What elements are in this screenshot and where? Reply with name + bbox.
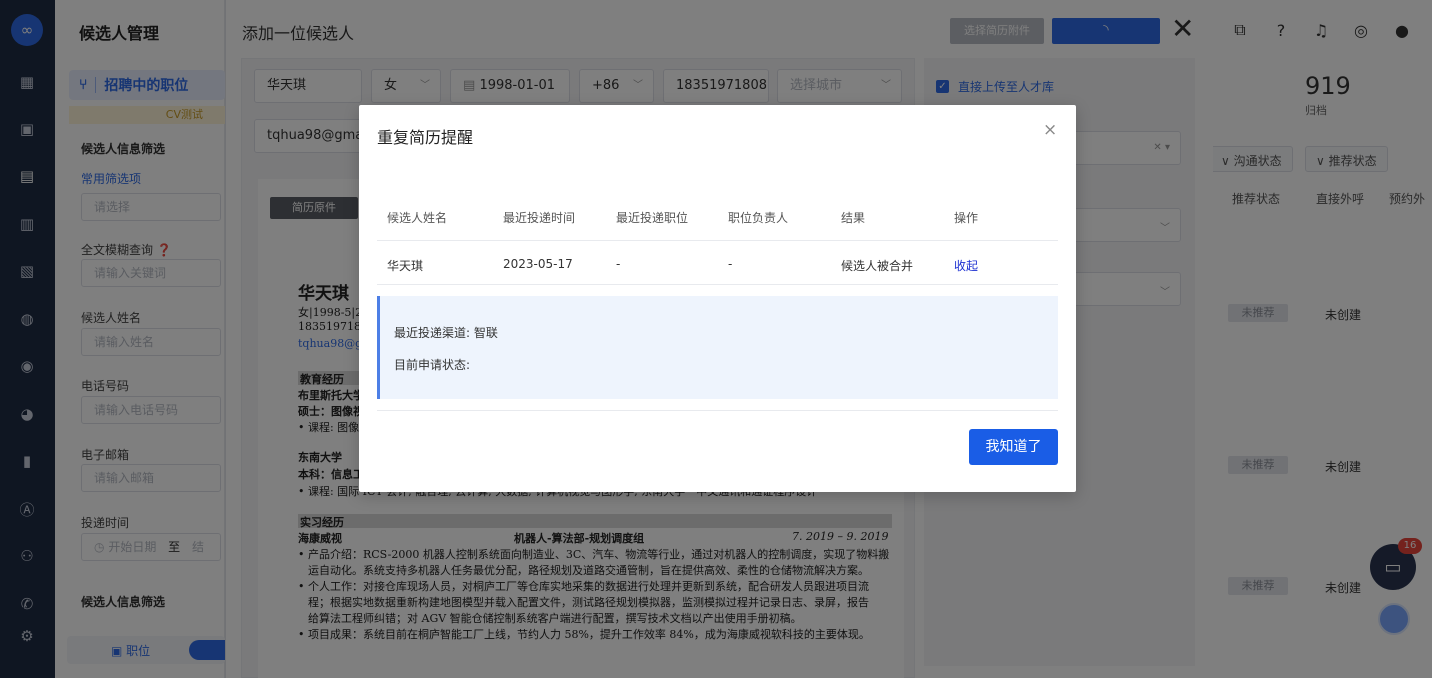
col-last-position: 最近投递职位 [616, 211, 689, 225]
cell-name: 华天琪 [387, 259, 424, 273]
table-row: 华天琪 2023-05-17 - - 候选人被合并 收起 [377, 242, 1058, 285]
last-channel-line: 最近投递渠道: 智联 [394, 326, 498, 340]
apply-status-line: 目前申请状态: [394, 358, 471, 372]
detail-panel: 最近投递渠道: 智联 目前申请状态: [377, 296, 1058, 399]
col-action: 操作 [954, 211, 979, 225]
duplicate-resume-dialog: 重复简历提醒 × 候选人姓名 最近投递时间 最近投递职位 职位负责人 结果 操作… [359, 105, 1076, 492]
cell-last-apply-time: 2023-05-17 [503, 257, 573, 271]
table-header: 候选人姓名 最近投递时间 最近投递职位 职位负责人 结果 操作 [377, 201, 1058, 241]
close-icon[interactable]: × [1043, 120, 1057, 140]
col-result: 结果 [841, 211, 866, 225]
col-last-apply-time: 最近投递时间 [503, 211, 576, 225]
col-owner: 职位负责人 [728, 211, 789, 225]
footer-divider [377, 410, 1058, 411]
collapse-link[interactable]: 收起 [954, 257, 978, 274]
cell-owner: - [728, 257, 733, 271]
col-name: 候选人姓名 [387, 211, 448, 225]
cell-result: 候选人被合并 [841, 259, 914, 273]
cell-last-position: - [616, 257, 621, 271]
acknowledge-button[interactable]: 我知道了 [969, 429, 1058, 465]
dialog-title: 重复简历提醒 [377, 128, 474, 147]
